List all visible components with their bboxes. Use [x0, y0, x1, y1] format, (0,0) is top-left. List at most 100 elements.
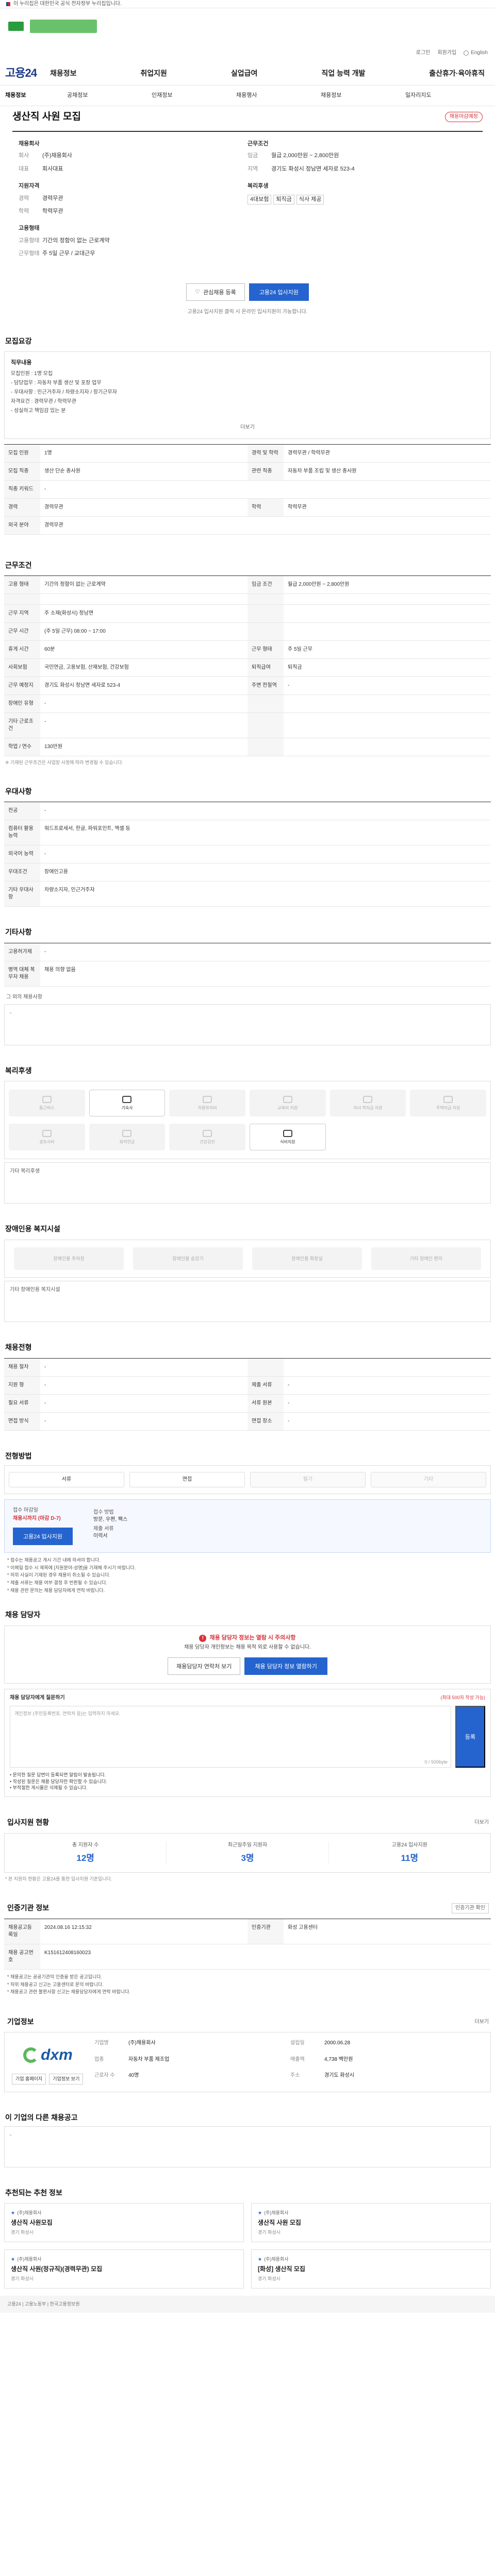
- gnb-item-leave[interactable]: 출산휴가·육아휴직: [429, 69, 485, 79]
- table-header: [248, 623, 284, 641]
- card-head: 직무내용: [11, 360, 32, 366]
- table-cell: [284, 1359, 491, 1376]
- char-count: 0 / 500byte: [424, 1759, 448, 1765]
- gov-banner: 이 누리집은 대한민국 공식 전자정부 누리집입니다.: [0, 0, 495, 8]
- table-row: 모집 인원 1명 경력 및 학력 경력무관 / 학력무관: [4, 444, 491, 463]
- brand-search-box[interactable]: [30, 20, 97, 33]
- etc-empty-box: -: [4, 1004, 491, 1045]
- stats-note: * 본 지원자 현황은 고용24를 통한 입사지원 기준입니다.: [5, 1876, 112, 1882]
- table-row: 사회보험 국민연금, 고용보험, 산재보험, 건강보험 퇴직급여 퇴직금: [4, 659, 491, 677]
- job-company-name: (주)채용회사: [17, 2210, 42, 2216]
- company-logo-text: dxm: [41, 2046, 73, 2064]
- company-more-link[interactable]: 더보기: [474, 2019, 489, 2026]
- gnb-item-training[interactable]: 직업 능력 개발: [321, 69, 365, 79]
- question-submit-button[interactable]: 등록: [455, 1706, 485, 1768]
- benefit-label: 퇴직연금: [119, 1139, 135, 1144]
- apply-box: 접수 마감일 채용시까지 (마감 D-7) 고용24 입사지원 접수 방법 방문…: [4, 1499, 491, 1553]
- job-card[interactable]: ★ (주)채용회사 생산직 사원 모집 경기 화성시: [251, 2203, 491, 2243]
- summary-value: 경기도 화성시 정남면 세자로 523-4: [271, 165, 355, 172]
- question-textarea[interactable]: 개인정보 (주민등록번호, 연락처 등)는 입력하지 마세요. 0 / 500by…: [10, 1706, 451, 1768]
- site-header: 고용24 채용정보 취업지원 실업급여 직업 능력 개발 출산휴가·육아휴직: [0, 62, 495, 86]
- company-info-key: 근로자 수: [94, 2073, 115, 2079]
- table-row: 채용공고등록일 2024.08.16 12:15:32 인증기관 화성 고용센터: [4, 1919, 491, 1944]
- stat-value: 12명: [76, 1853, 94, 1863]
- subnav-item-2[interactable]: 인재정보: [152, 92, 236, 99]
- summary-key: 지역: [248, 165, 258, 172]
- table-cell: 130만원: [44, 744, 63, 750]
- subnav-item-5[interactable]: 일자리지도: [405, 92, 490, 99]
- table-header: 전공: [4, 802, 40, 820]
- company-info-value: 자동차 부품 제조업: [128, 2056, 170, 2062]
- apply-deadline: 접수 마감일 채용시까지 (마감 D-7) 고용24 입사지원: [13, 1507, 73, 1546]
- save-job-button[interactable]: ♡ 관심채용 등록: [186, 283, 245, 301]
- login-link[interactable]: 로그인: [416, 49, 431, 57]
- table-cell: [284, 605, 491, 622]
- stat-label: 고용24 입사지원: [391, 1842, 427, 1848]
- gnb-item-benefit[interactable]: 실업급여: [231, 69, 258, 79]
- more-button[interactable]: 더보기: [11, 424, 484, 431]
- section-title: 인증기관 정보: [7, 1904, 50, 1912]
- utility-nav: 로그인 회원가입 English: [0, 44, 495, 62]
- table-row: 우대조건 장애인고용: [4, 863, 491, 882]
- table-header: 고용허가제: [4, 943, 40, 961]
- table-header: 장애인 유형: [4, 695, 40, 713]
- question-input-row: 개인정보 (주민등록번호, 연락처 등)는 입력하지 마세요. 0 / 500by…: [10, 1706, 485, 1768]
- company-info-button[interactable]: 기업정보 보기: [49, 2074, 84, 2084]
- gnb-item-support[interactable]: 취업지원: [140, 69, 167, 79]
- job-company: ★ (주)채용회사: [258, 2210, 484, 2216]
- table-header: 모집 인원: [4, 444, 40, 462]
- language-link[interactable]: English: [464, 49, 488, 57]
- stats-more-link[interactable]: 더보기: [474, 1819, 489, 1826]
- table-header: 학력: [248, 498, 284, 516]
- apply-button[interactable]: 고용24 입사지원: [249, 283, 309, 301]
- gnb-item-jobs[interactable]: 채용정보: [50, 69, 77, 79]
- table-header: 근무 시간: [4, 623, 40, 641]
- subnav-item-0[interactable]: 채용정보: [5, 92, 67, 99]
- subnav-item-3[interactable]: 채용행사: [236, 92, 321, 99]
- contact-open-button[interactable]: 채용 담당자 정보 열람하기: [244, 1657, 327, 1675]
- table-cell: [284, 738, 491, 756]
- summary-key: 학력: [19, 208, 29, 214]
- company-homepage-button[interactable]: 기업 홈페이지: [12, 2074, 46, 2084]
- disabled-extra-label: 기타 장애인용 복지시설: [10, 1287, 60, 1293]
- contact-view-button[interactable]: 채용담당자 연락처 보기: [168, 1657, 241, 1675]
- note-line: * 접수는 채용공고 게시 기간 내에 하셔야 합니다.: [7, 1557, 101, 1563]
- benefit-icon: [122, 1095, 132, 1103]
- signup-link[interactable]: 회원가입: [437, 49, 456, 57]
- table-header: 임금 조건: [248, 576, 284, 594]
- apply-online-button[interactable]: 고용24 입사지원: [13, 1528, 73, 1546]
- subnav-item-1[interactable]: 공채정보: [67, 92, 152, 99]
- summary-value: 월급 2,000만원 ~ 2,800만원: [271, 152, 339, 159]
- table-header: [248, 738, 284, 756]
- info-table: 채용공고등록일 2024.08.16 12:15:32 인증기관 화성 고용센터 채용…: [4, 1918, 491, 1970]
- job-card[interactable]: ★ (주)채용회사 [화성] 생산직 모집 경기 화성시: [251, 2249, 491, 2289]
- star-icon: ★: [11, 2257, 15, 2262]
- table-cell: 자동차 부품 조립 및 생산 종사원: [288, 468, 357, 474]
- table-header: 모집 직종: [4, 462, 40, 480]
- table-cell: -: [288, 1418, 290, 1424]
- subnav-item-4[interactable]: 채용정보: [321, 92, 405, 99]
- job-card[interactable]: ★ (주)채용회사 생산직 사원(정규직)(경력무관) 모집 경기 화성시: [4, 2249, 244, 2289]
- table-header: 채용공고등록일: [4, 1919, 40, 1944]
- list-item: - 성실하고 책임감 있는 분: [11, 408, 66, 414]
- stat-item: 고용24 입사지원 11명: [329, 1842, 490, 1865]
- table-cell: 워드프로세서, 한글, 파워포인트, 엑셀 등: [44, 826, 130, 832]
- summary-value: 기간의 정함이 없는 근로계약: [42, 237, 110, 244]
- status-badge: 채용마감예정: [444, 112, 483, 122]
- table-header: 외국 분야: [4, 516, 40, 534]
- benefit-tag: 4대보험: [248, 194, 272, 205]
- verify-button[interactable]: 인증기관 확인: [452, 1903, 489, 1913]
- benefit-label: 통근버스: [39, 1105, 55, 1110]
- gov-banner-text: 이 누리집은 대한민국 공식 전자정부 누리집입니다.: [13, 1, 122, 7]
- summary-value: 주 5일 근무 / 교대근무: [42, 250, 95, 257]
- company-info-value: 경기도 화성시: [324, 2073, 354, 2079]
- table-header: 외국어 능력: [4, 845, 40, 863]
- guide-line: • 작성된 질문은 채용 담당자만 확인할 수 있습니다.: [10, 1778, 107, 1784]
- section-similar: 추천되는 추천 정보: [4, 2188, 491, 2198]
- job-card[interactable]: ★ (주)채용회사 생산직 사원모집 경기 화성시: [4, 2203, 244, 2243]
- site-logo[interactable]: 고용24: [5, 65, 37, 81]
- job-company: ★ (주)채용회사: [11, 2256, 237, 2263]
- section-title: 추천되는 추천 정보: [5, 2188, 62, 2197]
- summary-value: 학력무관: [42, 208, 63, 214]
- benefit-icon: [283, 1129, 292, 1137]
